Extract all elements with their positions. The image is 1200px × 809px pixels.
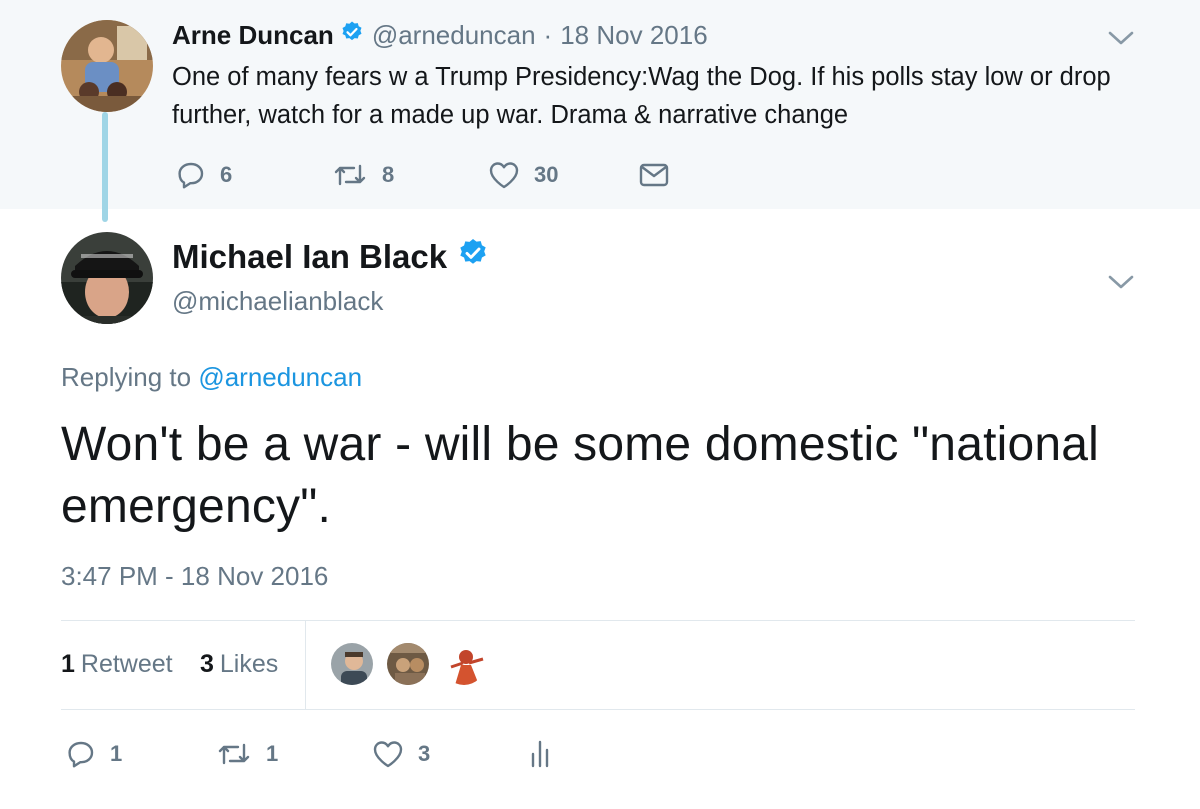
retweet-icon [216,739,252,769]
analytics-icon [528,738,552,770]
reply-count: 1 [110,741,123,766]
like-stat-count: 3 [200,650,214,678]
author-handle[interactable]: @arneduncan [372,20,536,51]
tweet-text: One of many fears w a Trump Presidency:W… [172,63,1111,129]
chevron-down-icon[interactable] [1106,28,1136,48]
liker-avatar[interactable] [385,641,431,687]
liker-avatar[interactable] [441,641,487,687]
replying-prefix: Replying to [61,362,192,392]
liker-avatars [329,641,497,687]
reply-icon [66,739,96,769]
separator-dot: · [543,19,553,50]
like-count: 30 [534,162,559,187]
retweet-button[interactable]: 8 [332,160,488,190]
retweet-icon [332,160,368,190]
message-icon [638,161,670,189]
replying-to: Replying to @arneduncan [61,362,362,393]
like-count: 3 [418,741,431,766]
verified-icon [340,20,364,51]
parent-tweet[interactable]: Arne Duncan @arneduncan · 18 Nov 2016 On… [0,0,1200,209]
avatar[interactable] [61,232,153,324]
avatar[interactable] [61,20,153,112]
reply-icon [176,160,206,190]
stats-separator [305,621,306,709]
message-button[interactable] [638,161,670,189]
tweet-actions: 6 8 30 [176,158,670,192]
like-stat-label: Likes [219,650,279,678]
tweet-header: Arne Duncan @arneduncan · 18 Nov 2016 [172,18,708,52]
mention-link[interactable]: @arneduncan [198,362,362,392]
tweet-stats: 1 Retweet 3 Likes [61,621,1135,709]
author-handle[interactable]: @michaelianblack [172,286,383,317]
retweet-count: 1 [266,741,279,766]
thread-connector [102,112,108,222]
like-icon [488,160,520,190]
retweet-count: 8 [382,162,395,187]
tweet-timestamp[interactable]: 3:47 PM - 18 Nov 2016 [61,561,328,592]
like-icon [372,739,404,769]
author-name[interactable]: Michael Ian Black [172,238,447,276]
liker-avatar[interactable] [329,641,375,687]
retweet-button[interactable]: 1 [216,739,372,769]
analytics-button[interactable] [528,738,552,770]
reply-count: 6 [220,162,233,187]
author-name[interactable]: Arne Duncan [172,20,334,51]
tweet-text: Won't be a war - will be some domestic "… [61,418,1100,533]
retweet-stat-count: 1 [61,650,75,678]
like-stat[interactable]: 3 Likes [200,650,278,679]
tweet-date[interactable]: 18 Nov 2016 [560,20,707,51]
divider [61,709,1135,710]
like-button[interactable]: 3 [372,739,528,769]
retweet-stat-label: Retweet [80,650,173,678]
author-name-row: Michael Ian Black [172,234,497,280]
like-button[interactable]: 30 [488,160,638,190]
retweet-stat[interactable]: 1 Retweet [61,650,173,679]
tweet-actions: 1 1 3 [66,735,552,773]
chevron-down-icon[interactable] [1106,272,1136,292]
reply-button[interactable]: 1 [66,739,216,769]
verified-icon [457,237,489,277]
reply-button[interactable]: 6 [176,160,332,190]
